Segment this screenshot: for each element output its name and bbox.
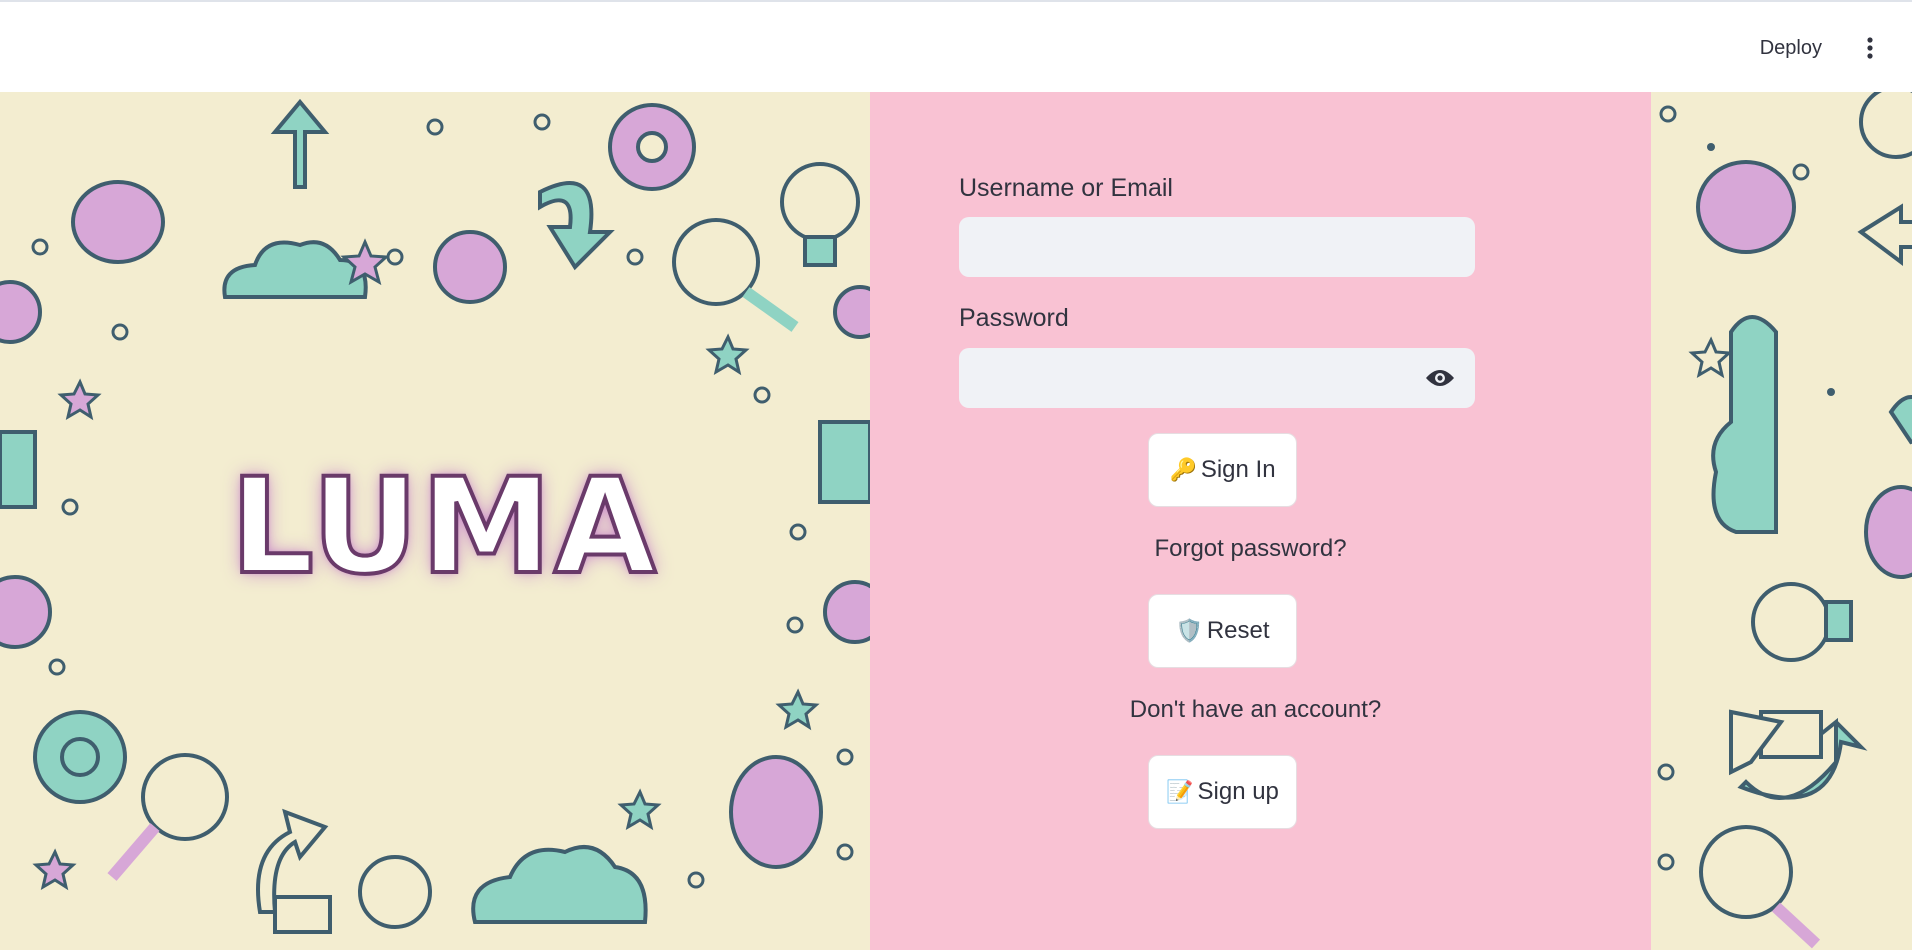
- key-icon: 🔑: [1169, 457, 1197, 482]
- shield-icon: 🛡️: [1175, 618, 1203, 643]
- sign-up-label: Sign up: [1197, 778, 1279, 805]
- username-input[interactable]: [959, 217, 1475, 277]
- main-area: LUMA Username or Email Password 🔑 Sign I…: [0, 92, 1912, 950]
- doodle-illustration-right: [1657, 92, 1912, 949]
- doodle-background-right: [1651, 92, 1912, 950]
- username-label: Username or Email: [959, 174, 1173, 202]
- vertical-ellipsis-icon[interactable]: [1852, 30, 1888, 66]
- password-input[interactable]: [959, 348, 1475, 408]
- sign-up-button[interactable]: 📝 Sign up: [1148, 755, 1297, 829]
- app-header: Deploy: [0, 0, 1912, 92]
- luma-logo: LUMA: [228, 448, 659, 606]
- reset-label: Reset: [1206, 617, 1270, 644]
- memo-icon: 📝: [1166, 779, 1194, 804]
- sign-in-button[interactable]: 🔑 Sign In: [1148, 433, 1297, 507]
- sign-in-label: Sign In: [1200, 456, 1276, 483]
- deploy-button[interactable]: Deploy: [1750, 30, 1832, 66]
- reset-button[interactable]: 🛡️ Reset: [1148, 594, 1297, 668]
- password-label: Password: [959, 304, 1069, 332]
- eye-icon[interactable]: [1425, 365, 1455, 391]
- no-account-text: Don't have an account?: [1129, 696, 1382, 723]
- login-form-panel: Username or Email Password 🔑 Sign In For…: [870, 92, 1651, 950]
- forgot-password-text: Forgot password?: [1154, 535, 1347, 562]
- doodle-background-left: LUMA: [0, 92, 870, 950]
